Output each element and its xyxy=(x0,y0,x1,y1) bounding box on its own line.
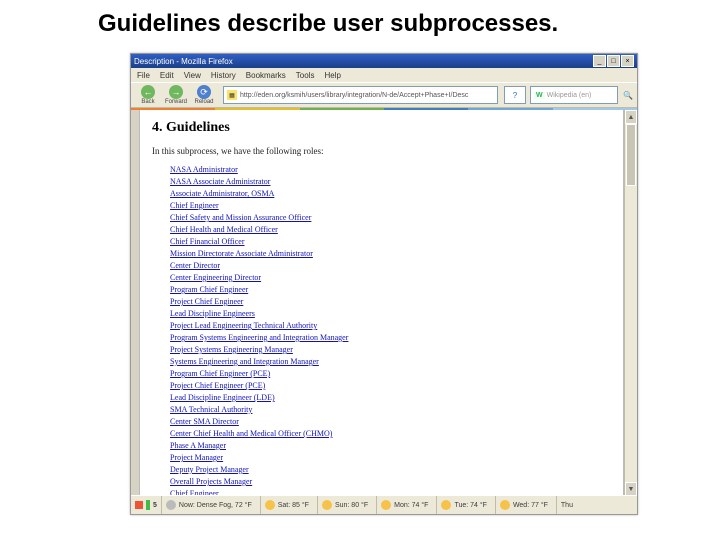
role-link[interactable]: SMA Technical Authority xyxy=(170,404,611,416)
role-link[interactable]: Associate Administrator, OSMA xyxy=(170,188,611,200)
role-link[interactable]: Project Chief Engineer xyxy=(170,296,611,308)
role-link[interactable]: Project Systems Engineering Manager xyxy=(170,344,611,356)
window-minimize-button[interactable]: _ xyxy=(593,55,606,67)
site-info-button[interactable]: ? xyxy=(504,86,526,104)
role-link[interactable]: Center Chief Health and Medical Officer … xyxy=(170,428,611,440)
search-engine-icon: W xyxy=(534,92,545,99)
menu-help[interactable]: Help xyxy=(324,71,340,80)
menu-tools[interactable]: Tools xyxy=(296,71,315,80)
search-box[interactable]: W Wikipedia (en) xyxy=(530,86,618,104)
menu-bookmarks[interactable]: Bookmarks xyxy=(246,71,286,80)
reload-icon: ⟳ xyxy=(197,85,211,99)
vertical-scrollbar[interactable]: ▲ ▼ xyxy=(624,110,637,496)
forecast-sun[interactable]: Sun: 80 °F xyxy=(317,496,372,514)
fog-icon xyxy=(166,500,176,510)
search-go-icon[interactable]: 🔍 xyxy=(623,91,633,100)
role-link[interactable]: Lead Discipline Engineers xyxy=(170,308,611,320)
role-link[interactable]: Mission Directorate Associate Administra… xyxy=(170,248,611,260)
role-link[interactable]: Center Director xyxy=(170,260,611,272)
role-link-list: NASA AdministratorNASA Associate Adminis… xyxy=(152,164,611,496)
slide-heading: Guidelines describe user subprocesses. xyxy=(0,0,720,38)
role-link[interactable]: Program Chief Engineer (PCE) xyxy=(170,368,611,380)
reload-button[interactable]: ⟳ Reload xyxy=(191,85,217,105)
menu-view[interactable]: View xyxy=(184,71,201,80)
address-bar[interactable]: ▦ http://eden.org/ksmih/users/library/in… xyxy=(223,86,498,104)
role-link[interactable]: Overall Projects Manager xyxy=(170,476,611,488)
menu-edit[interactable]: Edit xyxy=(160,71,174,80)
tray-icon xyxy=(146,500,150,510)
address-text: http://eden.org/ksmih/users/library/inte… xyxy=(240,92,468,99)
window-titlebar[interactable]: Description - Mozilla Firefox _ □ × xyxy=(131,54,637,68)
scroll-down-button[interactable]: ▼ xyxy=(625,482,637,496)
sun-icon xyxy=(381,500,391,510)
window-close-button[interactable]: × xyxy=(621,55,634,67)
role-link[interactable]: Project Manager xyxy=(170,452,611,464)
forecast-wed[interactable]: Wed: 77 °F xyxy=(495,496,552,514)
start-area[interactable]: 5 xyxy=(135,500,157,510)
status-taskbar: 5 Now: Dense Fog, 72 °F Sat: 85 °F Sun: … xyxy=(131,495,637,514)
role-link[interactable]: Project Chief Engineer (PCE) xyxy=(170,380,611,392)
role-link[interactable]: Program Systems Engineering and Integrat… xyxy=(170,332,611,344)
role-link[interactable]: NASA Administrator xyxy=(170,164,611,176)
browser-window: Description - Mozilla Firefox _ □ × File… xyxy=(130,53,638,515)
role-link[interactable]: Phase A Manager xyxy=(170,440,611,452)
role-link[interactable]: Center Engineering Director xyxy=(170,272,611,284)
role-link[interactable]: Deputy Project Manager xyxy=(170,464,611,476)
sun-icon xyxy=(500,500,510,510)
sun-icon xyxy=(265,500,275,510)
back-button[interactable]: ← Back xyxy=(135,85,161,105)
forecast-tue[interactable]: Tue: 74 °F xyxy=(436,496,491,514)
weather-now[interactable]: Now: Dense Fog, 72 °F xyxy=(161,496,256,514)
back-arrow-icon: ← xyxy=(141,85,155,99)
role-link[interactable]: Chief Engineer xyxy=(170,200,611,212)
role-link[interactable]: Project Lead Engineering Technical Autho… xyxy=(170,320,611,332)
role-link[interactable]: Center SMA Director xyxy=(170,416,611,428)
start-icon xyxy=(135,501,143,509)
scroll-up-button[interactable]: ▲ xyxy=(625,110,637,124)
forward-button[interactable]: → Forward xyxy=(163,85,189,105)
sun-icon xyxy=(322,500,332,510)
forecast-mon[interactable]: Mon: 74 °F xyxy=(376,496,432,514)
role-link[interactable]: Lead Discipline Engineer (LDE) xyxy=(170,392,611,404)
menu-history[interactable]: History xyxy=(211,71,236,80)
document-pane[interactable]: 4. Guidelines In this subprocess, we hav… xyxy=(139,110,624,496)
forecast-thu[interactable]: Thu xyxy=(556,496,577,514)
role-link[interactable]: Chief Health and Medical Officer xyxy=(170,224,611,236)
role-link[interactable]: Program Chief Engineer xyxy=(170,284,611,296)
section-intro-text: In this subprocess, we have the followin… xyxy=(152,146,611,156)
scroll-thumb[interactable] xyxy=(626,124,636,186)
search-placeholder: Wikipedia (en) xyxy=(547,92,592,99)
section-heading: 4. Guidelines xyxy=(152,120,611,136)
role-link[interactable]: Systems Engineering and Integration Mana… xyxy=(170,356,611,368)
forward-arrow-icon: → xyxy=(169,85,183,99)
window-maximize-button[interactable]: □ xyxy=(607,55,620,67)
content-viewport: 4. Guidelines In this subprocess, we hav… xyxy=(131,110,637,496)
role-link[interactable]: Chief Financial Officer xyxy=(170,236,611,248)
menu-file[interactable]: File xyxy=(137,71,150,80)
lock-icon: ▦ xyxy=(227,90,237,100)
left-gutter xyxy=(131,110,139,496)
forecast-sat[interactable]: Sat: 85 °F xyxy=(260,496,313,514)
menubar: File Edit View History Bookmarks Tools H… xyxy=(131,68,637,82)
navigation-toolbar: ← Back → Forward ⟳ Reload ▦ http://eden.… xyxy=(131,82,637,108)
sun-icon xyxy=(441,500,451,510)
window-title: Description - Mozilla Firefox xyxy=(134,57,593,66)
role-link[interactable]: NASA Associate Administrator xyxy=(170,176,611,188)
role-link[interactable]: Chief Safety and Mission Assurance Offic… xyxy=(170,212,611,224)
